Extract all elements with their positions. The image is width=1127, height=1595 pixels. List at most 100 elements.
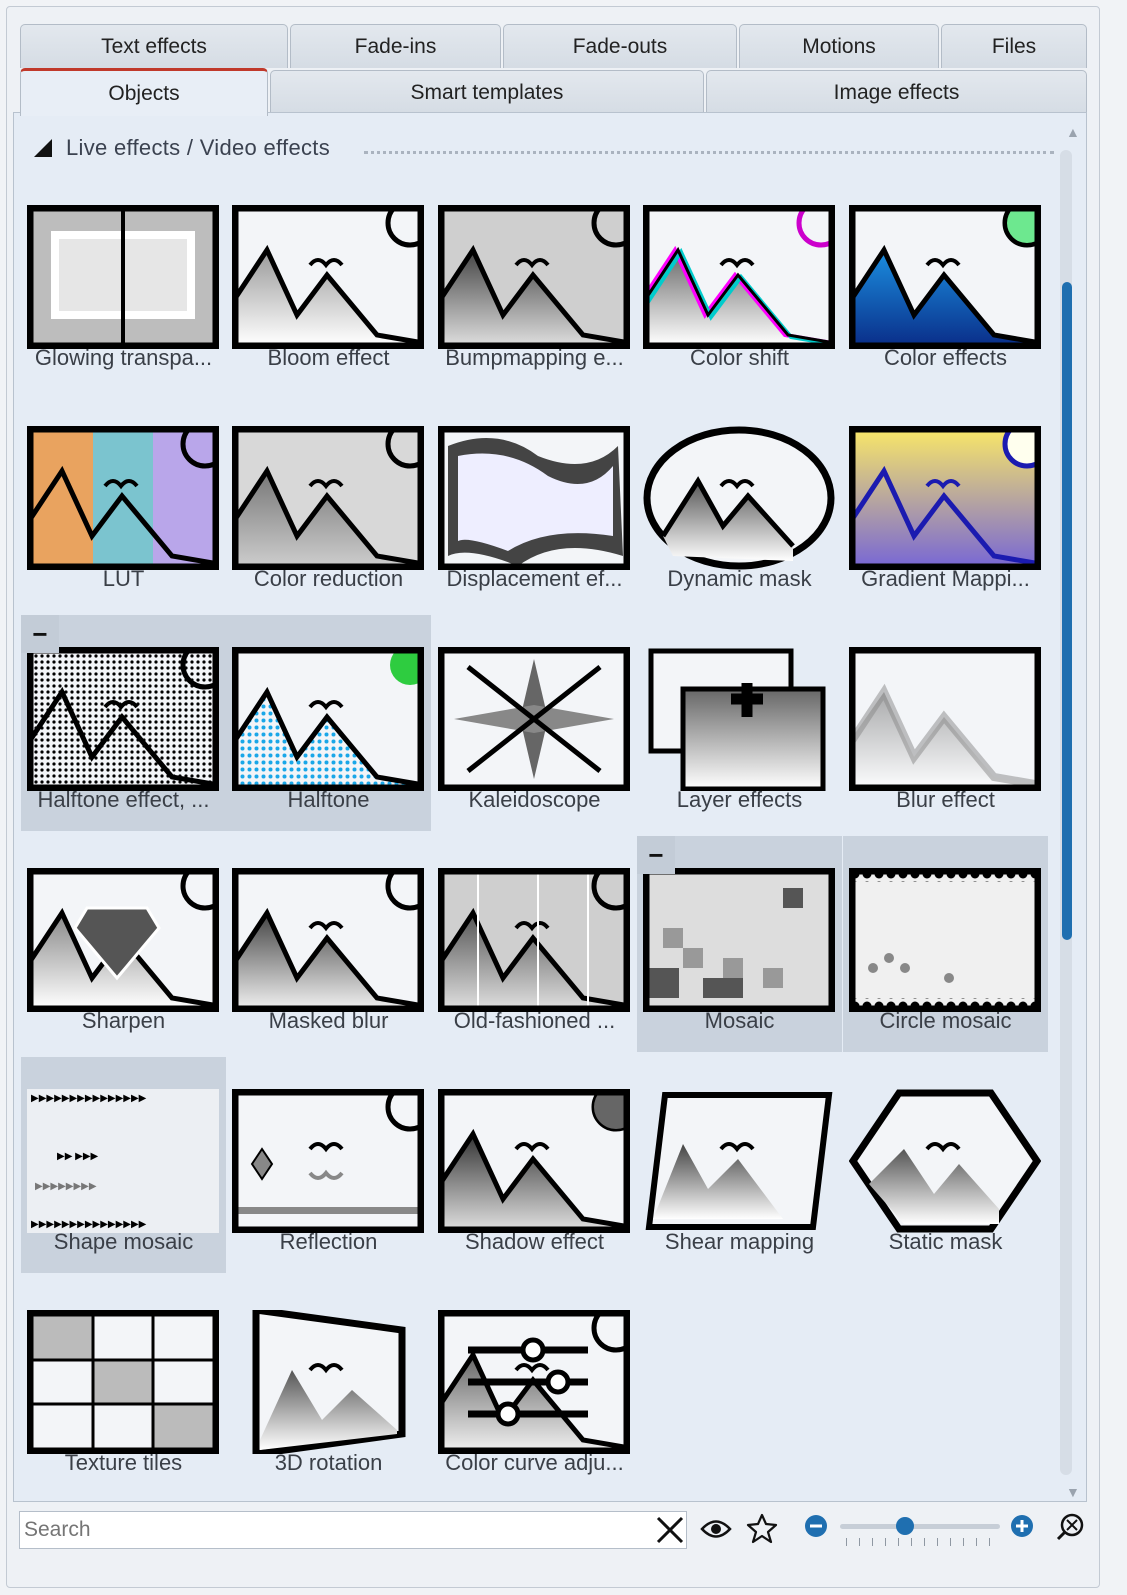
static-mask-icon bbox=[849, 1089, 1041, 1233]
halftone-color-icon bbox=[232, 647, 424, 791]
zoom-slider-handle[interactable] bbox=[896, 1517, 914, 1535]
effect-item-glowing-transparency[interactable]: Glowing transpa... bbox=[21, 173, 226, 389]
effect-item-blur[interactable]: Blur effect bbox=[843, 615, 1048, 831]
effect-label: LUT bbox=[102, 566, 145, 591]
tab-label: Fade-outs bbox=[572, 34, 668, 58]
effect-label: Texture tiles bbox=[64, 1450, 183, 1475]
effect-item-mosaic[interactable]: − Mosaic bbox=[637, 836, 842, 1052]
scroll-up-icon[interactable]: ▲ bbox=[1066, 124, 1080, 140]
effect-item-texture-tiles[interactable]: Texture tiles bbox=[21, 1278, 226, 1494]
effect-item-halftone-color[interactable]: Halftone bbox=[226, 615, 431, 831]
tab-label: Objects bbox=[108, 81, 180, 105]
tab-smart-templates[interactable]: Smart templates bbox=[270, 70, 704, 114]
scrollbar-thumb[interactable] bbox=[1062, 282, 1072, 940]
effect-label: Color reduction bbox=[253, 566, 404, 591]
color-effects-icon bbox=[849, 205, 1041, 349]
effect-label: Shadow effect bbox=[464, 1229, 605, 1254]
circle-mosaic-icon bbox=[849, 868, 1041, 1012]
effect-item-sharpen[interactable]: Sharpen bbox=[21, 836, 226, 1052]
effect-item-reflection[interactable]: Reflection bbox=[226, 1057, 431, 1273]
effect-item-color-reduction[interactable]: Color reduction bbox=[226, 394, 431, 610]
tab-motions[interactable]: Motions bbox=[739, 24, 939, 68]
halftone-bw-icon bbox=[27, 647, 219, 791]
tab-fade-outs[interactable]: Fade-outs bbox=[503, 24, 737, 68]
tab-text-effects[interactable]: Text effects bbox=[20, 24, 288, 68]
3d-rotation-icon bbox=[232, 1310, 424, 1454]
tab-objects[interactable]: Objects bbox=[20, 68, 268, 116]
effect-item-dynamic-mask[interactable]: Dynamic mask bbox=[637, 394, 842, 610]
effect-item-layer-effects[interactable]: Layer effects bbox=[637, 615, 842, 831]
collapse-triangle-icon[interactable] bbox=[34, 139, 52, 157]
effect-label: Reflection bbox=[279, 1229, 378, 1254]
collapse-group-icon[interactable]: − bbox=[21, 615, 59, 653]
effect-item-kaleidoscope[interactable]: Kaleidoscope bbox=[432, 615, 637, 831]
tab-label: Smart templates bbox=[410, 80, 564, 104]
effect-label: Color effects bbox=[883, 345, 1008, 370]
effect-label: Blur effect bbox=[896, 787, 995, 812]
effect-label: Gradient Mappi... bbox=[861, 566, 1030, 591]
effect-item-shape-mosaic[interactable]: ▶▶▶▶▶▶▶▶▶▶▶▶▶▶▶ ▶▶▶▶▶▶▶▶▶▶▶▶▶▶▶ ▶▶ ▶▶▶ ▶▶▶▶… bbox=[21, 1057, 226, 1273]
masked-blur-icon bbox=[232, 868, 424, 1012]
zoom-slider-track[interactable] bbox=[840, 1524, 1000, 1529]
lut-icon bbox=[27, 426, 219, 570]
gradient-mapping-icon bbox=[849, 426, 1041, 570]
effect-item-shadow[interactable]: Shadow effect bbox=[432, 1057, 637, 1273]
effect-item-masked-blur[interactable]: Masked blur bbox=[226, 836, 431, 1052]
effect-item-bloom[interactable]: Bloom effect bbox=[226, 173, 431, 389]
reflection-icon bbox=[232, 1089, 424, 1233]
effect-item-color-effects[interactable]: Color effects bbox=[843, 173, 1048, 389]
effect-label: Circle mosaic bbox=[879, 1008, 1012, 1033]
zoom-in-icon[interactable] bbox=[1010, 1514, 1034, 1543]
tab-image-effects[interactable]: Image effects bbox=[706, 70, 1087, 114]
effect-label: Sharpen bbox=[81, 1008, 166, 1033]
bloom-icon bbox=[232, 205, 424, 349]
color-curve-icon bbox=[438, 1310, 630, 1454]
effect-item-lut[interactable]: LUT bbox=[21, 394, 226, 610]
effect-label: Mosaic bbox=[704, 1008, 775, 1033]
effect-item-old-fashioned[interactable]: Old-fashioned ... bbox=[432, 836, 637, 1052]
effect-item-static-mask[interactable]: Static mask bbox=[843, 1057, 1048, 1273]
tab-label: Fade-ins bbox=[354, 34, 437, 58]
effects-list: Live effects / Video effects Glowing tra… bbox=[13, 112, 1087, 1502]
bumpmapping-icon bbox=[438, 205, 630, 349]
effect-label: 3D rotation bbox=[274, 1450, 383, 1475]
section-divider bbox=[364, 151, 1054, 154]
color-shift-icon bbox=[643, 205, 835, 349]
effect-label: Old-fashioned ... bbox=[453, 1008, 616, 1033]
tab-label: Image effects bbox=[833, 80, 960, 104]
eye-icon[interactable] bbox=[700, 1516, 732, 1547]
effect-item-color-shift[interactable]: Color shift bbox=[637, 173, 842, 389]
dynamic-mask-icon bbox=[643, 426, 835, 570]
star-icon[interactable] bbox=[746, 1512, 778, 1549]
sharpen-icon bbox=[27, 868, 219, 1012]
effect-label: Dynamic mask bbox=[667, 566, 812, 591]
effect-label: Shear mapping bbox=[664, 1229, 815, 1254]
section-header[interactable]: Live effects / Video effects bbox=[34, 135, 330, 161]
tab-label: Files bbox=[991, 34, 1037, 58]
zoom-out-icon[interactable] bbox=[804, 1514, 828, 1543]
effect-label: Layer effects bbox=[676, 787, 803, 812]
clear-icon[interactable] bbox=[654, 1514, 686, 1551]
old-fashioned-icon bbox=[438, 868, 630, 1012]
effect-label: Bloom effect bbox=[267, 345, 390, 370]
scroll-down-icon[interactable]: ▼ bbox=[1066, 1484, 1080, 1500]
tab-fade-ins[interactable]: Fade-ins bbox=[290, 24, 501, 68]
effect-label: Glowing transpa... bbox=[34, 345, 213, 370]
search-input[interactable] bbox=[19, 1511, 687, 1549]
effect-item-halftone-bw[interactable]: − Halftone effect, ... bbox=[21, 615, 226, 831]
section-title: Live effects / Video effects bbox=[66, 135, 331, 160]
effect-item-bumpmapping[interactable]: Bumpmapping e... bbox=[432, 173, 637, 389]
effect-item-shear-mapping[interactable]: Shear mapping bbox=[637, 1057, 842, 1273]
collapse-group-icon[interactable]: − bbox=[637, 836, 675, 874]
zoom-fit-icon[interactable] bbox=[1056, 1512, 1086, 1547]
tab-files[interactable]: Files bbox=[941, 24, 1087, 68]
effect-item-displacement[interactable]: Displacement ef... bbox=[432, 394, 637, 610]
shape-mosaic-icon: ▶▶▶▶▶▶▶▶▶▶▶▶▶▶▶ ▶▶▶▶▶▶▶▶▶▶▶▶▶▶▶ ▶▶ ▶▶▶ ▶▶▶▶… bbox=[27, 1089, 219, 1233]
svg-text:▶▶▶▶▶▶▶▶▶▶▶▶▶▶▶: ▶▶▶▶▶▶▶▶▶▶▶▶▶▶▶ bbox=[31, 1093, 147, 1104]
effect-label: Kaleidoscope bbox=[468, 787, 601, 812]
effect-item-circle-mosaic[interactable]: Circle mosaic bbox=[843, 836, 1048, 1052]
effect-item-gradient-mapping[interactable]: Gradient Mappi... bbox=[843, 394, 1048, 610]
effect-item-3d-rotation[interactable]: 3D rotation bbox=[226, 1278, 431, 1494]
effect-item-color-curve[interactable]: Color curve adju... bbox=[432, 1278, 637, 1494]
svg-text:▶▶▶▶▶▶▶▶: ▶▶▶▶▶▶▶▶ bbox=[35, 1181, 97, 1192]
